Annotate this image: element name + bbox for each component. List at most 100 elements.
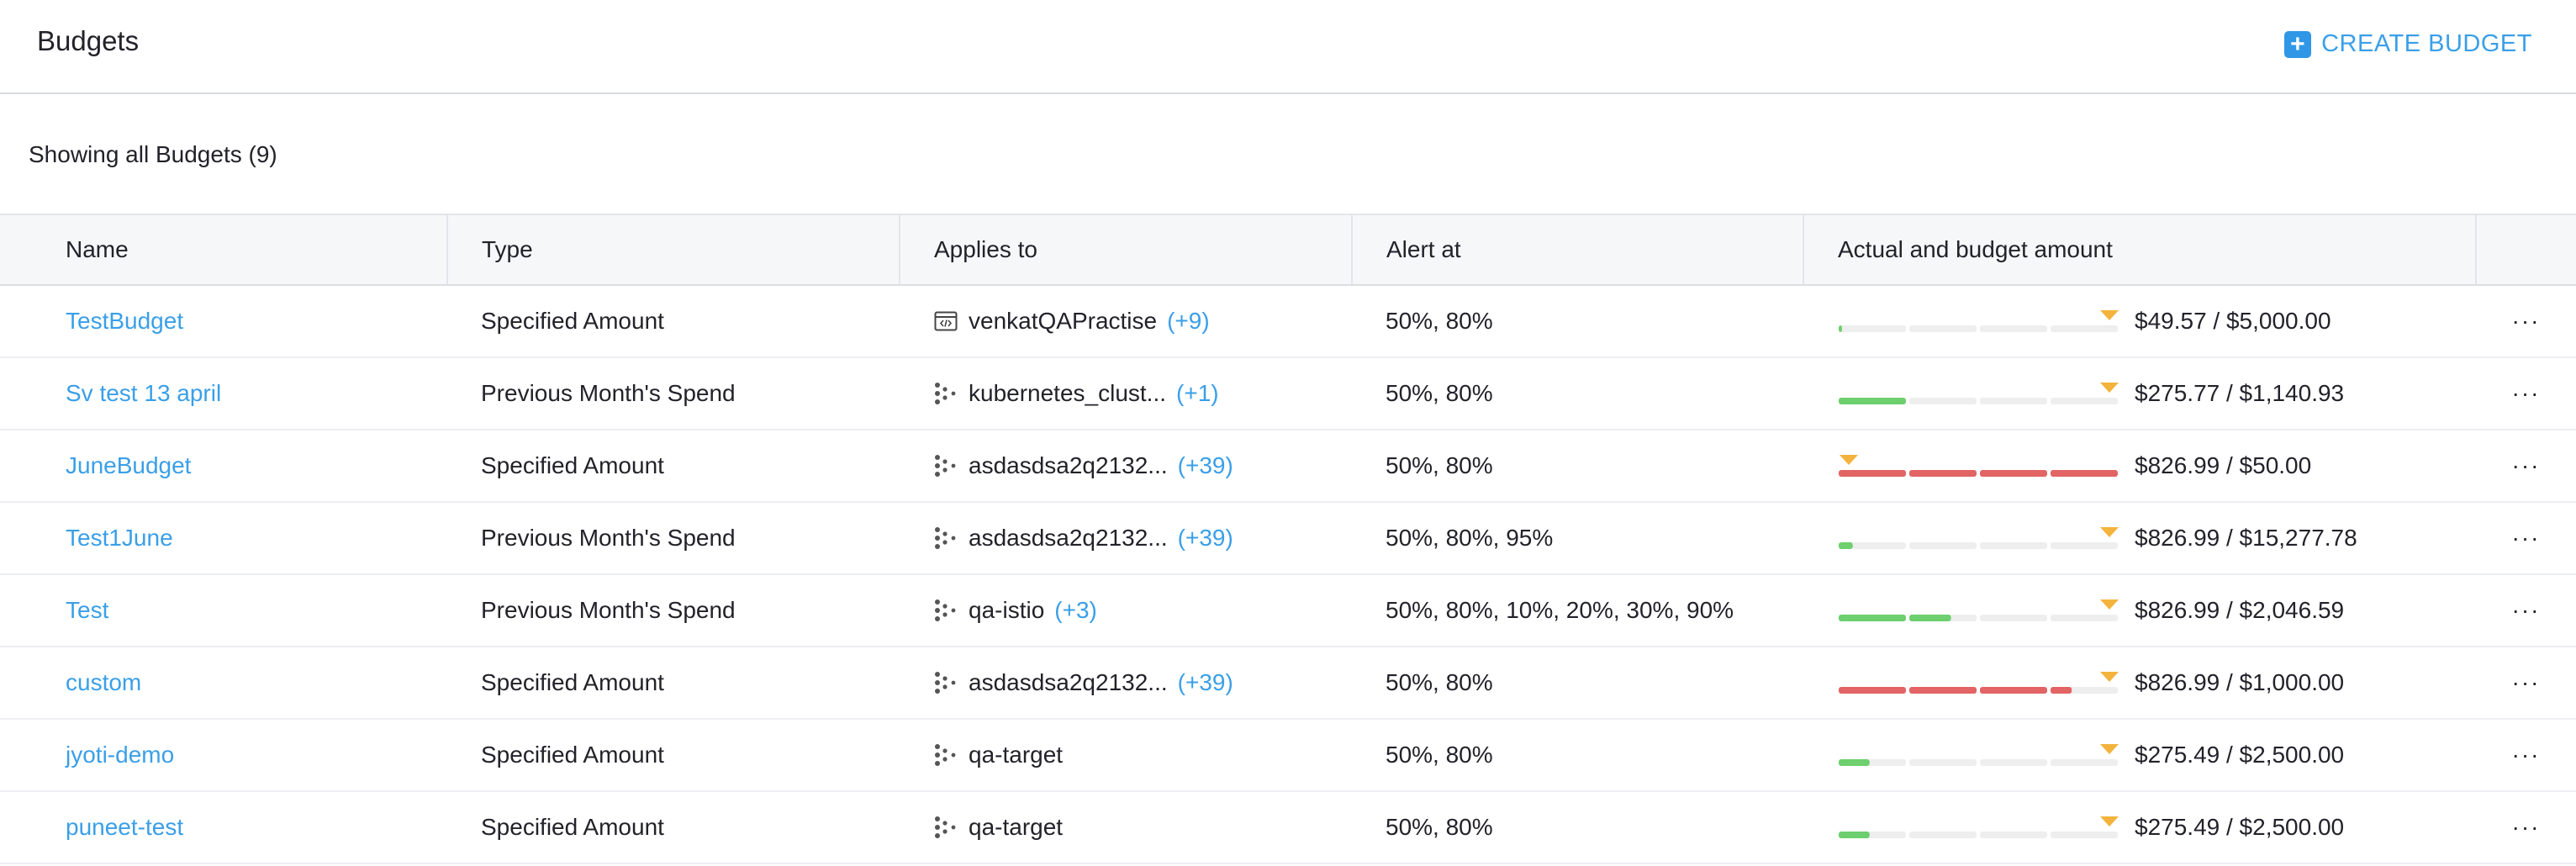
progress-track-segment xyxy=(1980,325,2047,332)
row-menu-icon[interactable]: ··· xyxy=(2476,574,2576,647)
applies-to-group: qa-target xyxy=(933,814,1352,841)
amount-text: $826.99 / $15,277.78 xyxy=(2135,525,2357,551)
cell-name: custom xyxy=(0,647,447,720)
cell-name: JuneBudget xyxy=(0,430,447,503)
applies-to-group: kubernetes_clust... (+1) xyxy=(933,380,1352,407)
cell-type: Previous Month's Spend xyxy=(447,502,900,575)
budget-name-link[interactable]: JuneBudget xyxy=(66,452,191,478)
table-row[interactable]: JuneBudget Specified Amount asdasdsa2q2132… xyxy=(0,430,2576,503)
cell-applies-to: qa-target xyxy=(900,719,1352,792)
cell-applies-to: asdasdsa2q2132... (+39) xyxy=(900,502,1352,575)
applies-to-more-link[interactable]: (+39) xyxy=(1178,525,1233,552)
applies-to-more-link[interactable]: (+39) xyxy=(1178,669,1233,696)
applies-to-group: asdasdsa2q2132... (+39) xyxy=(933,525,1352,552)
amount-group: $826.99 / $50.00 xyxy=(1839,452,2476,479)
column-header-amount[interactable]: Actual and budget amount xyxy=(1803,214,2476,286)
progress-track-segment xyxy=(1909,325,1977,332)
budget-name-link[interactable]: Test xyxy=(66,597,108,623)
applies-to-group: asdasdsa2q2132... (+39) xyxy=(933,452,1352,479)
budget-limit-marker-icon xyxy=(2100,527,2119,537)
progress-fill-segment xyxy=(1980,687,2047,694)
budget-progress-bar xyxy=(1839,744,2119,766)
amount-group: $275.49 / $2,500.00 xyxy=(1839,814,2476,841)
row-menu-icon[interactable]: ··· xyxy=(2476,791,2576,864)
progress-track-segment xyxy=(1980,542,2047,549)
create-budget-button[interactable]: + CREATE BUDGET xyxy=(2284,30,2532,58)
budget-limit-marker-icon xyxy=(1840,455,1858,465)
progress-fill-segment xyxy=(1909,615,1951,621)
budget-progress-bar xyxy=(1839,310,2119,332)
page-title: Budgets xyxy=(37,25,140,56)
table-row[interactable]: Sv test 13 april Previous Month's Spend ku… xyxy=(0,357,2576,430)
cell-type: Specified Amount xyxy=(447,647,900,720)
budget-progress-bar xyxy=(1839,383,2119,404)
budget-name-link[interactable]: puneet-test xyxy=(66,814,183,840)
budget-limit-marker-icon xyxy=(2100,310,2119,320)
applies-to-group: asdasdsa2q2132... (+39) xyxy=(933,669,1352,696)
cluster-icon xyxy=(935,383,956,404)
budget-progress-bar xyxy=(1839,599,2119,621)
table-row[interactable]: custom Specified Amount asdasdsa2q2132... (… xyxy=(0,647,2576,720)
budgets-table: Name Type Applies to Alert at Actual and… xyxy=(0,214,2576,864)
budget-name-link[interactable]: custom xyxy=(66,669,141,695)
applies-to-more-link[interactable]: (+3) xyxy=(1054,597,1097,624)
table-row[interactable]: Test Previous Month's Spend qa-istio (+3) 50… xyxy=(0,574,2576,647)
budget-name-link[interactable]: TestBudget xyxy=(66,308,183,334)
budget-limit-marker-icon xyxy=(2100,744,2119,754)
applies-to-more-link[interactable]: (+39) xyxy=(1178,452,1233,479)
cell-alert-at: 50%, 80% xyxy=(1352,647,1803,720)
amount-group: $826.99 / $1,000.00 xyxy=(1839,669,2476,696)
budget-name-link[interactable]: jyoti-demo xyxy=(66,742,174,768)
amount-text: $49.57 / $5,000.00 xyxy=(2135,308,2331,334)
cluster-icon xyxy=(935,455,956,477)
column-header-type[interactable]: Type xyxy=(446,214,900,286)
column-header-name[interactable]: Name xyxy=(0,214,447,286)
row-menu-icon[interactable]: ··· xyxy=(2476,285,2576,358)
cell-name: TestBudget xyxy=(0,285,447,358)
progress-track-segment xyxy=(1909,759,1977,766)
cluster-icon xyxy=(935,816,956,838)
cell-name: jyoti-demo xyxy=(0,719,447,792)
row-menu-icon[interactable]: ··· xyxy=(2476,647,2576,720)
progress-fill-segment xyxy=(1839,542,1853,549)
cell-amount: $275.77 / $1,140.93 xyxy=(1803,357,2476,430)
amount-group: $275.49 / $2,500.00 xyxy=(1839,742,2476,768)
row-menu-icon[interactable]: ··· xyxy=(2476,502,2576,575)
progress-track-segment xyxy=(2051,325,2118,332)
progress-fill-segment xyxy=(2051,687,2072,694)
progress-track-segment xyxy=(2051,832,2118,838)
column-header-alert-at[interactable]: Alert at xyxy=(1351,214,1803,286)
applies-to-more-link[interactable]: (+9) xyxy=(1167,308,1210,335)
progress-track-segment xyxy=(1839,325,1906,332)
budget-progress xyxy=(1839,670,2119,695)
cell-applies-to: asdasdsa2q2132... (+39) xyxy=(900,430,1352,503)
row-menu-icon[interactable]: ··· xyxy=(2476,719,2576,792)
budget-progress xyxy=(1839,309,2119,334)
amount-text: $826.99 / $2,046.59 xyxy=(2135,597,2345,623)
budget-name-link[interactable]: Sv test 13 april xyxy=(66,380,221,406)
progress-track-segment xyxy=(1909,398,1977,404)
progress-track-segment xyxy=(2051,398,2118,404)
column-header-applies-to[interactable]: Applies to xyxy=(899,214,1352,286)
table-row[interactable]: Test1June Previous Month's Spend asdasdsa2… xyxy=(0,502,2576,575)
cell-applies-to: kubernetes_clust... (+1) xyxy=(900,357,1352,430)
budget-limit-marker-icon xyxy=(2100,383,2119,393)
row-menu-icon[interactable]: ··· xyxy=(2476,357,2576,430)
table-row[interactable]: puneet-test Specified Amount qa-target 50%,… xyxy=(0,791,2576,864)
progress-track-segment xyxy=(1980,759,2047,766)
table-row[interactable]: jyoti-demo Specified Amount qa-target 50%, … xyxy=(0,719,2576,792)
progress-fill-segment xyxy=(1909,470,1977,477)
applies-to-more-link[interactable]: (+1) xyxy=(1176,380,1219,407)
row-menu-icon[interactable]: ··· xyxy=(2476,430,2576,503)
table-row[interactable]: TestBudget Specified Amount venkatQAPracti… xyxy=(0,285,2576,358)
applies-to-text: qa-target xyxy=(969,814,1064,840)
budget-limit-marker-icon xyxy=(2100,672,2119,682)
cell-name: Test xyxy=(0,574,447,647)
cell-type: Specified Amount xyxy=(447,719,900,792)
progress-fill-segment xyxy=(1839,615,1906,621)
cell-name: puneet-test xyxy=(0,791,447,864)
budget-name-link[interactable]: Test1June xyxy=(66,525,173,551)
cell-type: Previous Month's Spend xyxy=(447,574,900,647)
applies-to-group: qa-target xyxy=(933,742,1352,768)
budget-limit-marker-icon xyxy=(2100,599,2119,610)
